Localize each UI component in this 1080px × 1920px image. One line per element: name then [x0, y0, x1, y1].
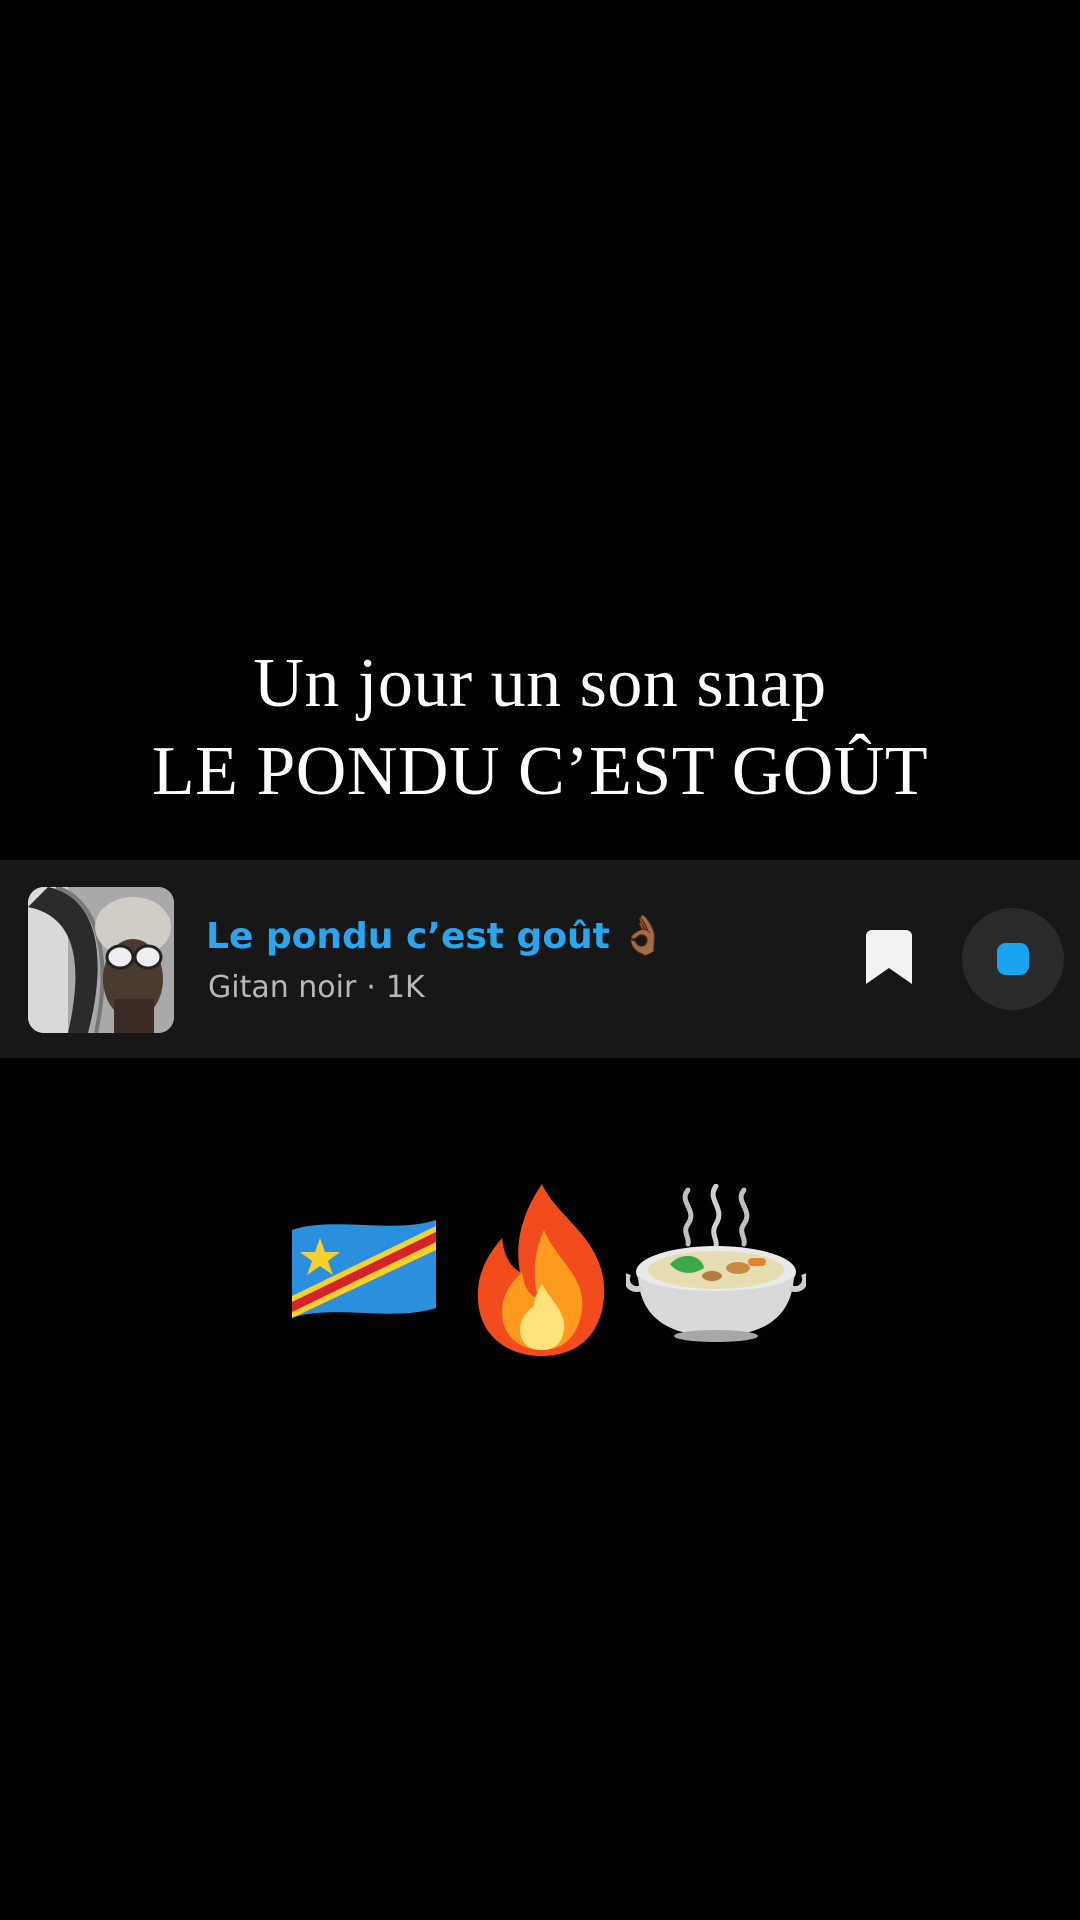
music-card[interactable]: Le pondu c’est goût 👌🏾 Gitan noir · 1K: [0, 860, 1080, 1058]
emoji-row: [0, 1180, 1080, 1370]
stop-square-icon: [997, 943, 1029, 975]
caption-line-2: LE PONDU C’EST GOÛT: [151, 733, 929, 810]
congo-flag-emoji: [284, 1212, 444, 1330]
ok-hand-emoji: 👌🏾: [619, 913, 668, 957]
caption-overlay: Un jour un son snap LE PONDU C’EST GOÛT: [0, 640, 1080, 816]
album-cover-image[interactable]: [28, 887, 174, 1033]
track-meta: Gitan noir · 1K: [208, 968, 425, 1008]
artist-name: Gitan noir: [208, 970, 357, 1005]
caption-line-1: Un jour un son snap: [253, 645, 827, 722]
stew-bowl-emoji: [624, 1183, 808, 1348]
play-stop-button[interactable]: [962, 908, 1064, 1010]
bookmark-icon[interactable]: [866, 930, 912, 986]
meta-separator: ·: [366, 970, 376, 1005]
track-title-text: Le pondu c’est goût: [206, 916, 610, 957]
track-title[interactable]: Le pondu c’est goût 👌🏾: [206, 910, 667, 960]
play-count: 1K: [385, 970, 425, 1005]
fire-emoji: [468, 1180, 616, 1362]
